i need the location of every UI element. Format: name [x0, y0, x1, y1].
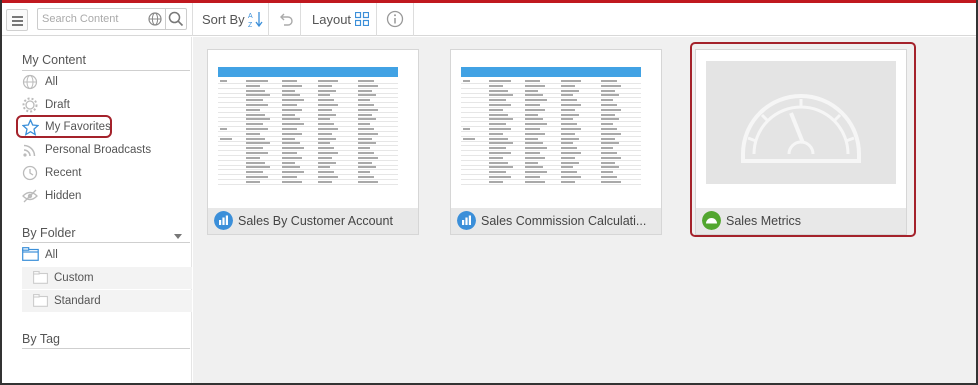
- window-frame: [0, 0, 978, 385]
